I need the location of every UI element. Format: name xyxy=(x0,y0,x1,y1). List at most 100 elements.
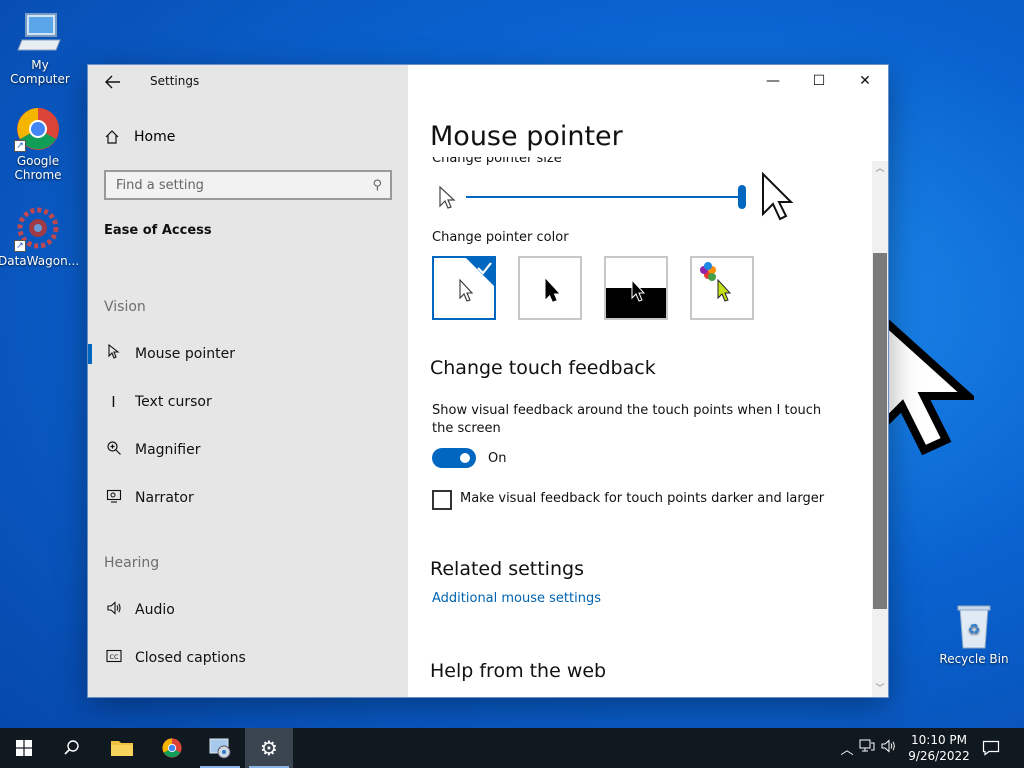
desktop-icon-google-chrome[interactable]: ↗ Google Chrome xyxy=(0,106,78,182)
small-pointer-icon xyxy=(439,185,456,209)
network-icon[interactable] xyxy=(856,739,878,757)
help-from-web-heading: Help from the web xyxy=(430,660,607,682)
start-button[interactable] xyxy=(0,728,48,768)
file-explorer-button[interactable] xyxy=(98,728,146,768)
gear-icon: ⚙ xyxy=(260,736,278,760)
pointer-color-black[interactable] xyxy=(518,256,582,320)
touch-feedback-toggle[interactable] xyxy=(432,448,476,468)
chrome-icon: ↗ xyxy=(14,106,62,152)
closed-captions-icon: CC xyxy=(88,649,135,667)
slider-track xyxy=(466,196,742,198)
clock-date: 9/26/2022 xyxy=(908,749,970,763)
minimize-button[interactable]: — xyxy=(750,65,796,97)
search-placeholder: Find a setting xyxy=(116,178,204,193)
volume-icon[interactable] xyxy=(878,739,900,757)
search-icon: ⚲ xyxy=(372,178,382,193)
pointer-color-label: Change pointer color xyxy=(432,230,569,245)
home-nav-item[interactable]: Home xyxy=(104,129,175,145)
toggle-knob xyxy=(460,453,470,463)
svg-text:CC: CC xyxy=(109,653,119,661)
control-panel-taskbar-button[interactable] xyxy=(196,728,244,768)
pointer-size-label: Change pointer size xyxy=(432,151,562,166)
sidebar-item-text-cursor[interactable]: I Text cursor xyxy=(88,382,408,422)
search-input[interactable]: Find a setting ⚲ xyxy=(104,170,392,200)
maximize-icon: ☐ xyxy=(812,73,826,89)
control-panel-icon xyxy=(209,738,231,759)
desktop-icon-recycle-bin[interactable]: ♻ Recycle Bin xyxy=(934,604,1014,666)
darker-feedback-checkbox[interactable] xyxy=(432,490,452,510)
sidebar-item-magnifier[interactable]: Magnifier xyxy=(88,430,408,470)
app-title: Settings xyxy=(150,74,200,88)
scroll-thumb[interactable] xyxy=(873,253,887,609)
additional-mouse-settings-link[interactable]: Additional mouse settings xyxy=(432,591,601,606)
sidebar-item-label: Magnifier xyxy=(135,442,201,458)
chevron-up-icon[interactable]: ︿ xyxy=(838,739,856,758)
search-icon xyxy=(64,740,79,755)
sidebar-item-label: Audio xyxy=(135,602,175,618)
touch-feedback-heading: Change touch feedback xyxy=(430,357,656,379)
sidebar-item-narrator[interactable]: Narrator xyxy=(88,478,408,518)
desktop-icon-label: Google Chrome xyxy=(14,154,62,182)
text-cursor-icon: I xyxy=(111,393,116,411)
black-pointer-icon xyxy=(545,278,560,302)
back-button[interactable] xyxy=(102,71,124,93)
minimize-icon: — xyxy=(766,73,780,89)
touch-feedback-description: Show visual feedback around the touch po… xyxy=(432,403,822,436)
system-tray: ︿ xyxy=(838,728,900,768)
sidebar-item-label: Text cursor xyxy=(135,394,212,410)
pointer-color-custom[interactable] xyxy=(690,256,754,320)
settings-window: Settings Home Find a setting ⚲ Ease of A… xyxy=(88,65,888,697)
settings-sidebar: Settings Home Find a setting ⚲ Ease of A… xyxy=(88,65,408,697)
content-scrollbar[interactable]: ︿ ﹀ xyxy=(872,161,888,697)
home-icon xyxy=(105,130,119,144)
maximize-button[interactable]: ☐ xyxy=(796,65,842,97)
action-center-button[interactable] xyxy=(968,728,1014,768)
large-pointer-preview-icon xyxy=(762,171,794,221)
pointer-size-slider[interactable] xyxy=(436,171,806,223)
windows-logo-icon xyxy=(16,740,32,756)
audio-icon xyxy=(88,600,135,620)
taskbar-clock[interactable]: 10:10 PM 9/26/2022 xyxy=(906,732,972,764)
sidebar-item-label: Mouse pointer xyxy=(135,346,235,362)
toggle-state-label: On xyxy=(488,451,507,466)
sidebar-item-audio[interactable]: Audio xyxy=(88,590,408,630)
sidebar-item-label: Narrator xyxy=(135,490,194,506)
chrome-taskbar-button[interactable] xyxy=(148,728,196,768)
title-bar[interactable]: Settings xyxy=(88,65,408,99)
darker-feedback-label: Make visual feedback for touch points da… xyxy=(460,491,825,506)
shortcut-arrow-icon: ↗ xyxy=(14,240,26,252)
white-pointer-icon xyxy=(459,258,494,302)
settings-taskbar-button[interactable]: ⚙ xyxy=(245,728,293,768)
pointer-color-white[interactable] xyxy=(432,256,496,320)
shortcut-arrow-icon: ↗ xyxy=(14,140,26,152)
scroll-up-icon[interactable]: ︿ xyxy=(872,161,888,177)
close-icon: ✕ xyxy=(859,73,871,89)
back-arrow-icon xyxy=(105,75,120,89)
taskbar: ⚙ ︿ 10:10 PM 9/26/2022 xyxy=(0,728,1024,768)
slider-thumb[interactable] xyxy=(738,185,746,209)
magnifier-icon xyxy=(88,440,135,460)
home-label: Home xyxy=(134,129,176,145)
pointer-color-inverted[interactable] xyxy=(604,256,668,320)
desktop-icon-label: Recycle Bin xyxy=(939,652,1009,666)
clock-time: 10:10 PM xyxy=(911,733,967,747)
section-title: Ease of Access xyxy=(104,223,212,238)
custom-color-pointer-icon xyxy=(700,262,732,302)
inverted-pointer-icon xyxy=(606,278,666,318)
sidebar-item-closed-captions[interactable]: CC Closed captions xyxy=(88,638,408,678)
recycle-bin-icon: ♻ xyxy=(950,604,998,650)
sidebar-item-mouse-pointer[interactable]: Mouse pointer xyxy=(88,334,408,374)
chrome-icon xyxy=(162,738,182,758)
group-label-hearing: Hearing xyxy=(104,555,160,571)
desktop-icon-datawagon[interactable]: ↗ DataWagon... xyxy=(0,206,79,268)
desktop-icon-label: My Computer xyxy=(10,58,70,86)
scroll-down-icon[interactable]: ﹀ xyxy=(872,681,888,697)
folder-icon xyxy=(111,741,133,756)
close-button[interactable]: ✕ xyxy=(842,65,888,97)
page-title: Mouse pointer xyxy=(430,121,623,152)
settings-content: — ☐ ✕ Mouse pointer Change pointer size … xyxy=(408,65,888,697)
desktop-icon-my-computer[interactable]: My Computer xyxy=(0,10,80,86)
mouse-pointer-icon xyxy=(88,343,135,364)
search-button[interactable] xyxy=(48,728,96,768)
narrator-icon xyxy=(88,488,135,508)
